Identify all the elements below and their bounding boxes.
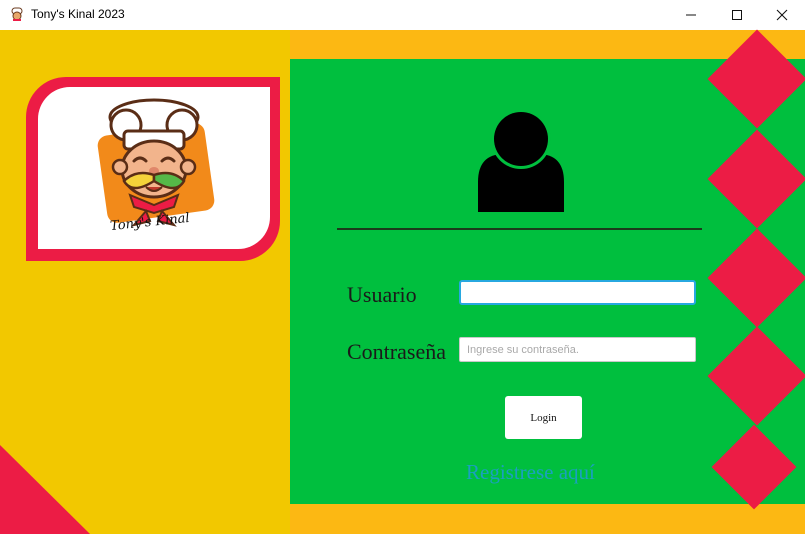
password-label: Contraseña	[347, 339, 446, 364]
close-button[interactable]	[759, 0, 805, 30]
login-button[interactable]: Login	[505, 396, 582, 439]
register-link[interactable]: Registrese aquí	[466, 460, 595, 485]
header-divider	[337, 228, 702, 230]
maximize-icon	[732, 10, 742, 20]
app-icon	[11, 7, 23, 21]
left-panel: Tony's Kinal	[0, 30, 290, 534]
logo-card: Tony's Kinal	[26, 77, 280, 261]
maximize-button[interactable]	[714, 0, 760, 30]
title-bar: Tony's Kinal 2023	[0, 0, 805, 30]
user-icon	[478, 112, 564, 212]
logo-frame: Tony's Kinal	[38, 87, 270, 249]
username-input[interactable]	[459, 280, 696, 305]
corner-triangle	[0, 445, 90, 534]
app-content: Tony's Kinal Usuario Contraseña Login Re…	[0, 29, 805, 534]
minimize-button[interactable]	[668, 0, 714, 30]
password-input[interactable]	[459, 337, 696, 362]
close-icon	[776, 9, 788, 21]
minimize-icon	[686, 14, 696, 16]
window-title: Tony's Kinal 2023	[31, 7, 125, 21]
username-label: Usuario	[347, 282, 417, 307]
